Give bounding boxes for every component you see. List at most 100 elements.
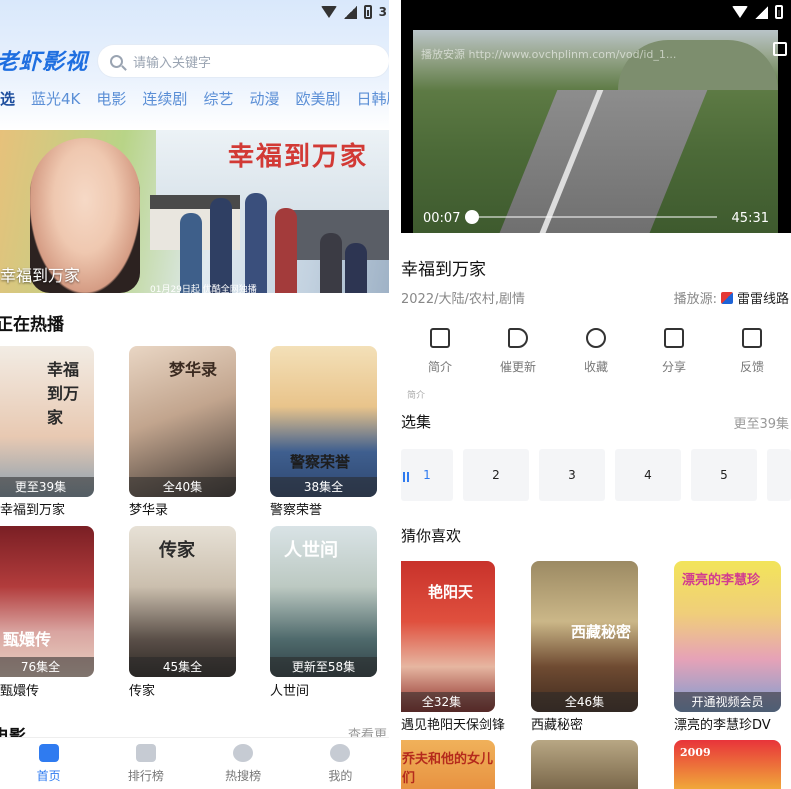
battery-icon [363,5,372,19]
tab-series[interactable]: 连续剧 [134,88,195,109]
poster-card[interactable]: 警察荣誉 38集全 [270,346,377,497]
poster-badge: 全32集 [401,692,495,712]
tab-featured[interactable]: 选 [0,88,23,109]
tab-variety[interactable]: 综艺 [195,88,241,109]
progress-bar[interactable] [473,216,717,218]
action-feedback[interactable]: 反馈 [713,328,791,375]
fullscreen-icon[interactable] [773,42,787,56]
playing-icon [403,472,409,482]
video-player[interactable]: 播放安源 http://www.ovchplinm.com/vod/id_1..… [401,0,791,233]
source-label: 播放源: [673,292,717,307]
poster-card[interactable]: 幸福到万家 更至39集 [0,346,94,497]
user-icon [330,744,351,762]
poster-badge: 更新至58集 [270,657,377,677]
action-urge-update[interactable]: 催更新 [479,328,557,375]
poster-name[interactable]: 传家 [129,680,155,699]
recommend-title: 猜你喜欢 [401,527,462,545]
home-screen: 3 老虾影视 请输入关键字 选 蓝光4K 电影 连续剧 综艺 动漫 欧美剧 日韩… [0,0,389,789]
banner-date: 01月29日起 优酷全网独播 [150,285,257,293]
poster-card[interactable]: 甄嬛传 76集全 [0,526,94,677]
poster-art-title: 人世间 [284,540,338,561]
action-label: 收藏 [583,360,608,374]
poster-card[interactable]: 2009 [674,740,781,789]
poster-name[interactable]: 人世间 [270,680,309,699]
source-name: 雷雷线路 [736,292,789,307]
episode-button[interactable]: 2 [463,449,529,501]
crown-icon [135,744,156,762]
poster-art-title: 西藏秘密 [571,623,632,641]
episodes-title: 选集 [401,413,432,431]
source-selector[interactable]: 播放源: 雷雷线路 [674,288,789,307]
poster-card[interactable] [531,740,638,789]
tab-western[interactable]: 欧美剧 [287,88,348,109]
banner-figure [180,213,202,293]
poster-name[interactable]: 警察荣誉 [270,499,322,518]
episode-button[interactable]: 1 [401,449,453,501]
poster-card[interactable]: 西藏秘密 全46集 [531,561,638,712]
search-bar[interactable]: 请输入关键字 [98,45,389,77]
episode-number: 2 [492,468,500,482]
bottom-nav: 首页 排行榜 热搜榜 我的 [0,737,389,789]
tab-bluray-4k[interactable]: 蓝光4K [23,88,88,109]
poster-card[interactable]: 传家 45集全 [129,526,236,677]
poster-name[interactable]: 梦华录 [129,499,168,518]
poster-art-title: 警察荣誉 [290,453,351,471]
home-icon [38,744,59,762]
poster-card[interactable]: 梦华录 全40集 [129,346,236,497]
episode-number: 3 [568,468,576,482]
poster-badge: 全40集 [129,477,236,497]
status-bar [732,0,783,24]
poster-badge: 更至39集 [0,477,94,497]
poster-name[interactable]: 甄嬛传 [0,680,39,699]
compass-icon [233,744,254,762]
poster-art-title: 梦华录 [169,360,218,379]
episode-button[interactable]: 4 [615,449,681,501]
search-icon [110,54,123,68]
poster-name[interactable]: 漂亮的李慧珍DV [674,714,771,733]
poster-name[interactable]: 西藏秘密 [531,714,583,733]
nav-hot-search[interactable]: 热搜榜 [195,738,292,789]
action-bar: 简介 催更新 收藏 分享 反馈 [401,328,791,375]
episode-button[interactable]: 3 [539,449,605,501]
tab-jp-kr[interactable]: 日韩剧 [348,88,389,109]
progress-knob[interactable] [465,210,479,224]
nav-ranking[interactable]: 排行榜 [97,738,194,789]
share-icon [664,328,684,348]
nav-home[interactable]: 首页 [0,738,97,789]
status-bar: 3 [320,0,389,24]
current-time: 00:07 [423,211,461,226]
banner-figure [345,243,367,293]
megaphone-icon [508,328,528,348]
poster-card[interactable]: 乔夫和他的女儿们 [401,740,495,789]
action-intro[interactable]: 简介 [401,328,479,375]
episode-button[interactable] [767,449,791,501]
poster-badge: 45集全 [129,657,236,677]
nav-profile[interactable]: 我的 [292,738,389,789]
poster-art-title: 甄嬛传 [3,630,52,649]
section-title-hot: 正在热播 [0,315,64,335]
episodes-more-link[interactable]: 更至39集 [733,413,789,432]
tab-movies[interactable]: 电影 [88,88,134,109]
poster-name[interactable]: 遇见艳阳天保剑锋 [401,714,505,733]
wifi-icon [732,6,748,18]
wifi-icon [320,6,337,18]
action-share[interactable]: 分享 [635,328,713,375]
tab-anime[interactable]: 动漫 [241,88,287,109]
detail-screen: 播放安源 http://www.ovchplinm.com/vod/id_1..… [401,0,791,789]
poster-card[interactable]: 艳阳天 全32集 [401,561,495,712]
banner-artwork-title: 幸福到万家 [228,142,369,172]
episode-button[interactable]: 5 [691,449,757,501]
duration: 45:31 [731,211,769,226]
edit-icon [742,328,762,348]
poster-art-title: 幸福到万家 [47,360,80,427]
search-input[interactable]: 请输入关键字 [133,52,211,71]
poster-name[interactable]: 幸福到万家 [0,499,65,518]
poster-card[interactable]: 漂亮的李慧珍 开通视频会员 [674,561,781,712]
poster-card[interactable]: 人世间 更新至58集 [270,526,377,677]
poster-badge: 全46集 [531,692,638,712]
battery-icon [775,5,783,19]
category-tabs: 选 蓝光4K 电影 连续剧 综艺 动漫 欧美剧 日韩剧 [0,88,389,109]
action-favorite[interactable]: 收藏 [557,328,635,375]
episode-number: 4 [644,468,652,482]
banner-figure [245,193,267,293]
